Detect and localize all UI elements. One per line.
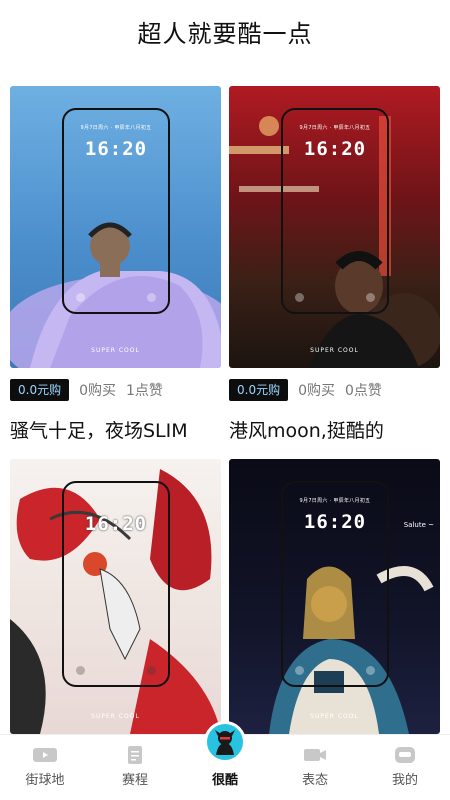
wallpaper-card[interactable]: 16:20 SUPER COOL: [10, 459, 221, 734]
phone-frame: 9月7日周六 · 甲辰年八月初五 16:20: [62, 108, 170, 314]
tab-street-court[interactable]: 街球地: [0, 735, 90, 800]
like-count: 1点赞: [126, 383, 163, 399]
tab-label: 表态: [301, 773, 328, 788]
document-icon: [128, 746, 142, 764]
lock-time: 16:20: [303, 138, 367, 160]
tab-label: 我的: [391, 773, 418, 788]
bottom-tab-bar: 街球地 赛程 很酷 表态 我的: [0, 721, 450, 800]
like-count: 0点赞: [345, 383, 382, 399]
lock-time: 16:20: [84, 513, 148, 535]
price-badge[interactable]: 0.0元购: [229, 379, 289, 401]
wallpaper-thumbnail[interactable]: Salute ~ 9月7日周六 · 甲辰年八月初五 16:20 SUPER CO…: [229, 459, 440, 734]
camera-shortcut-icon: [147, 666, 156, 675]
phone-frame: 9月7日周六 · 甲辰年八月初五 16:20: [281, 108, 389, 314]
page-title: 超人就要酷一点: [137, 19, 313, 48]
lock-date: 9月7日周六 · 甲辰年八月初五: [299, 498, 371, 504]
purchase-count: 0购买: [298, 383, 336, 399]
tab-label: 街球地: [25, 773, 65, 788]
flashlight-icon: [76, 666, 85, 675]
phone-frame: 9月7日周六 · 甲辰年八月初五 16:20: [281, 481, 389, 687]
tab-very-cool[interactable]: 很酷: [180, 721, 270, 800]
brand-label: SUPER COOL: [310, 713, 359, 720]
camera-shortcut-icon: [147, 293, 156, 302]
brand-label: SUPER COOL: [91, 713, 140, 720]
tab-label: 很酷: [211, 773, 238, 788]
brand-label: SUPER COOL: [91, 347, 140, 354]
tab-label: 赛程: [121, 773, 148, 788]
lock-date: 9月7日周六 · 甲辰年八月初五: [299, 125, 371, 131]
wallpaper-card[interactable]: 9月7日周六 · 甲辰年八月初五 16:20 SUPER COOL 0.0元购 …: [229, 86, 440, 442]
card-meta: 0.0元购 0购买 0点赞: [229, 379, 382, 401]
tab-schedule[interactable]: 赛程: [90, 735, 180, 800]
card-meta: 0.0元购 0购买 1点赞: [10, 379, 163, 401]
profile-icon: [395, 747, 415, 763]
header: 超人就要酷一点: [0, 0, 450, 62]
flashlight-icon: [295, 666, 304, 675]
camera-icon: [304, 749, 326, 761]
lock-time: 16:20: [84, 138, 148, 160]
tab-express[interactable]: 表态: [270, 735, 360, 800]
camera-shortcut-icon: [366, 293, 375, 302]
tab-mine[interactable]: 我的: [360, 735, 450, 800]
wallpaper-card[interactable]: Salute ~ 9月7日周六 · 甲辰年八月初五 16:20 SUPER CO…: [229, 459, 440, 734]
purchase-count: 0购买: [79, 383, 117, 399]
lock-time: 16:20: [303, 511, 367, 533]
card-title[interactable]: 骚气十足，夜场SLIM: [10, 416, 188, 443]
avatar-icon: [204, 721, 246, 763]
wallpaper-thumbnail[interactable]: 16:20 SUPER COOL: [10, 459, 221, 734]
card-title[interactable]: 港风moon,挺酷的: [229, 416, 384, 443]
flashlight-icon: [76, 293, 85, 302]
wallpaper-thumbnail[interactable]: 9月7日周六 · 甲辰年八月初五 16:20 SUPER COOL: [10, 86, 221, 368]
phone-frame: 16:20: [62, 481, 170, 687]
wallpaper-thumbnail[interactable]: 9月7日周六 · 甲辰年八月初五 16:20 SUPER COOL: [229, 86, 440, 368]
lock-date: 9月7日周六 · 甲辰年八月初五: [80, 125, 152, 131]
wallpaper-card[interactable]: 9月7日周六 · 甲辰年八月初五 16:20 SUPER COOL 0.0元购 …: [10, 86, 221, 442]
flashlight-icon: [295, 293, 304, 302]
film-icon: [33, 748, 57, 762]
brand-label: SUPER COOL: [310, 347, 359, 354]
camera-shortcut-icon: [366, 666, 375, 675]
overlay-text: Salute ~: [403, 521, 434, 529]
price-badge[interactable]: 0.0元购: [10, 379, 70, 401]
